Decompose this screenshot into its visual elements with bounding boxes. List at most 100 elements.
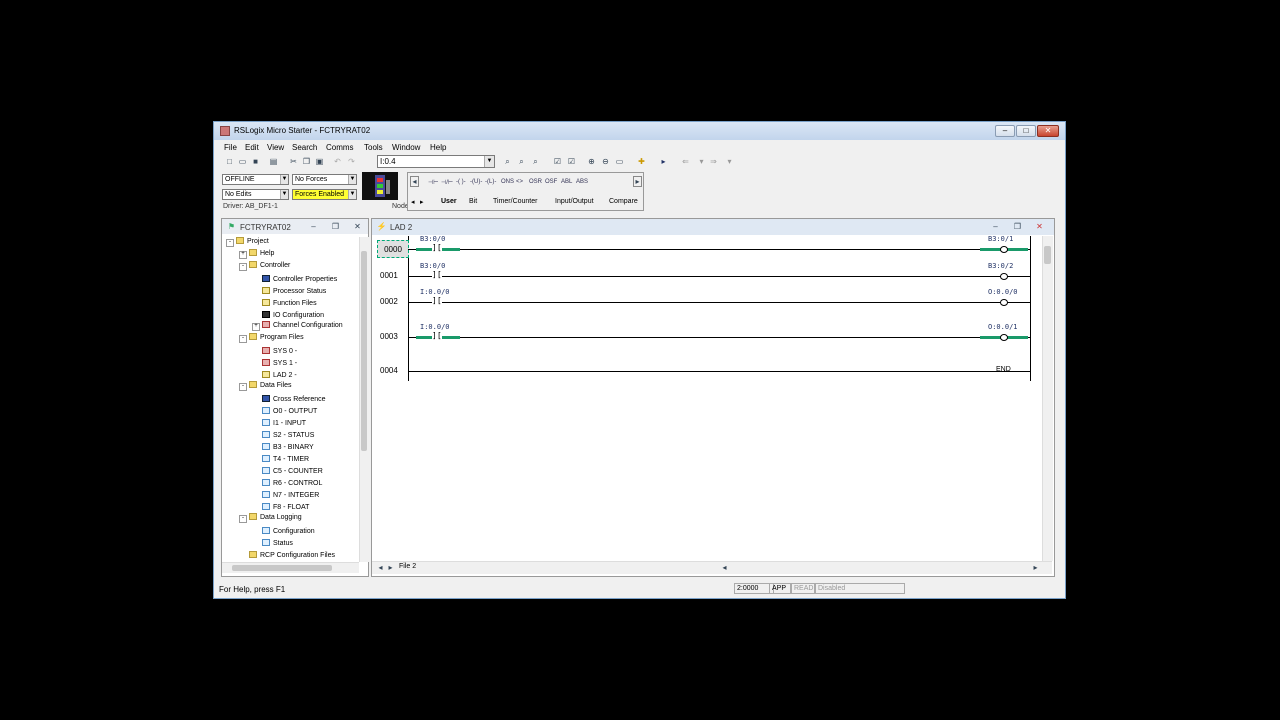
chevron-down-icon[interactable]: ▼ [280,190,288,199]
scroll-right-icon[interactable]: ▸ [385,562,396,573]
tree-item[interactable]: F8 - FLOAT [252,501,309,511]
input-address[interactable]: B3:0/0 [420,262,445,270]
expand-toggle-icon[interactable]: - [239,335,247,343]
tree-item[interactable]: - Controller [239,261,290,271]
rung-line[interactable] [408,276,1030,277]
close-icon[interactable]: ✕ [352,221,363,232]
forward-dropdown-icon[interactable]: ▾ [724,156,735,167]
tree-item[interactable]: - Program Files [239,333,304,343]
menu-file[interactable]: File [224,143,237,152]
copy-icon[interactable]: ❐ [301,156,312,167]
undo-icon[interactable]: ↶ [332,156,343,167]
tree-item[interactable]: Controller Properties [252,273,337,283]
processor-status-icon[interactable] [362,172,398,200]
tree-item[interactable]: Function Files [252,297,317,307]
edits-combo[interactable]: No Edits ▼ [222,189,289,200]
tree-item[interactable]: Status [252,537,293,547]
rung-line[interactable] [408,371,1030,372]
forces-enabled-combo[interactable]: Forces Enabled ▼ [292,189,357,200]
instr-ote[interactable]: -( )- [456,179,466,185]
ote-coil[interactable] [1000,246,1008,253]
rung-line[interactable] [408,337,1030,338]
mode-combo[interactable]: OFFLINE ▼ [222,174,289,185]
forward-icon[interactable]: ⇒ [708,156,719,167]
ladder-vertical-scrollbar[interactable] [1042,236,1053,561]
tree-item[interactable]: - Project [226,237,269,247]
tree-item[interactable]: Configuration [252,525,315,535]
menu-tools[interactable]: Tools [364,143,383,152]
expand-toggle-icon[interactable]: - [239,515,247,523]
tree-item[interactable]: SYS 1 - [252,357,297,367]
maximize-button[interactable]: □ [1016,125,1036,137]
rung-number[interactable]: 0001 [380,271,398,280]
menu-view[interactable]: View [267,143,284,152]
tree-item[interactable]: T4 - TIMER [252,453,309,463]
minimize-icon[interactable]: – [308,221,319,232]
instr-ons[interactable]: ONS [501,179,514,185]
menu-help[interactable]: Help [430,143,446,152]
tab-scroll-left-icon[interactable]: ◂ [411,198,415,206]
palette-left-icon[interactable]: ◂ [410,176,419,187]
ote-coil[interactable] [1000,334,1008,341]
instr-osf[interactable]: OSF [545,179,557,185]
project-title-bar[interactable]: ⚑ FCTRYRAT02 – ❐ ✕ [222,219,368,234]
instr-otl[interactable]: -(L)- [485,179,496,185]
minimize-button[interactable]: – [995,125,1015,137]
verify-file-icon[interactable]: ☑ [552,156,563,167]
tree-vertical-scrollbar[interactable] [359,237,369,562]
output-address[interactable]: B3:0/2 [988,262,1013,270]
rung-line[interactable] [408,249,1030,250]
tree-horizontal-scrollbar[interactable] [222,562,359,573]
tree-scroll-thumb[interactable] [361,251,367,451]
menu-window[interactable]: Window [392,143,420,152]
instr-abl[interactable]: ABL [561,179,572,185]
tab-scroll-right-icon[interactable]: ▸ [420,198,424,206]
xic-contact[interactable]: ][ [432,243,442,252]
zoom-out-icon[interactable]: ⊖ [600,156,611,167]
run-arrow-icon[interactable]: ▸ [658,156,669,167]
tree-item[interactable]: B3 - BINARY [252,441,314,451]
rung-number[interactable]: 0004 [380,366,398,375]
instr-xio[interactable]: ⊣/⊢ [441,179,453,186]
hscroll-left-icon[interactable]: ◂ [719,562,730,573]
tree-item[interactable]: O0 - OUTPUT [252,405,317,415]
expand-toggle-icon[interactable]: - [239,263,247,271]
file-tab[interactable]: File 2 [399,563,416,570]
instr-abs[interactable]: ABS [576,179,588,185]
tree-item[interactable]: SYS 0 - [252,345,297,355]
expand-toggle-icon[interactable]: - [239,383,247,391]
instr-otu[interactable]: -(U)- [470,179,482,185]
cut-icon[interactable]: ✂ [288,156,299,167]
find-next-icon[interactable]: ⌕ [516,156,527,167]
ote-coil[interactable] [1000,299,1008,306]
replace-icon[interactable]: ⌕ [530,156,541,167]
add-icon[interactable]: ✚ [636,156,647,167]
chevron-down-icon[interactable]: ▼ [348,175,356,184]
input-address[interactable]: B3:0/0 [420,235,445,243]
instr-neq[interactable]: <> [516,179,523,185]
input-address[interactable]: I:0.0/0 [420,288,450,296]
tree-item[interactable]: S2 - STATUS [252,429,314,439]
menu-comms[interactable]: Comms [326,143,354,152]
menu-edit[interactable]: Edit [245,143,259,152]
ladder-scroll-thumb[interactable] [1044,246,1051,264]
tree-item[interactable]: C5 - COUNTER [252,465,323,475]
tree-item[interactable]: IO Configuration [252,309,324,319]
tab-user[interactable]: User [441,198,457,205]
tree-item[interactable]: I1 - INPUT [252,417,306,427]
input-address[interactable]: I:0.0/0 [420,323,450,331]
search-icon[interactable]: ⌕ [502,156,513,167]
tree-item[interactable]: + Channel Configuration [252,321,343,331]
output-address[interactable]: B3:0/1 [988,235,1013,243]
back-dropdown-icon[interactable]: ▾ [696,156,707,167]
expand-toggle-icon[interactable]: + [252,323,260,331]
tree-item[interactable]: - Data Files [239,381,292,391]
fit-icon[interactable]: ▭ [614,156,625,167]
expand-toggle-icon[interactable]: - [226,239,234,247]
new-icon[interactable]: □ [224,156,235,167]
verify-project-icon[interactable]: ☑ [566,156,577,167]
tree-item[interactable]: LAD 2 - [252,369,297,379]
title-bar[interactable]: RSLogix Micro Starter - FCTRYRAT02 – □ ✕ [214,122,1065,140]
close-icon[interactable]: ✕ [1034,221,1045,232]
address-combo[interactable]: I:0.4 ▼ [377,155,495,168]
